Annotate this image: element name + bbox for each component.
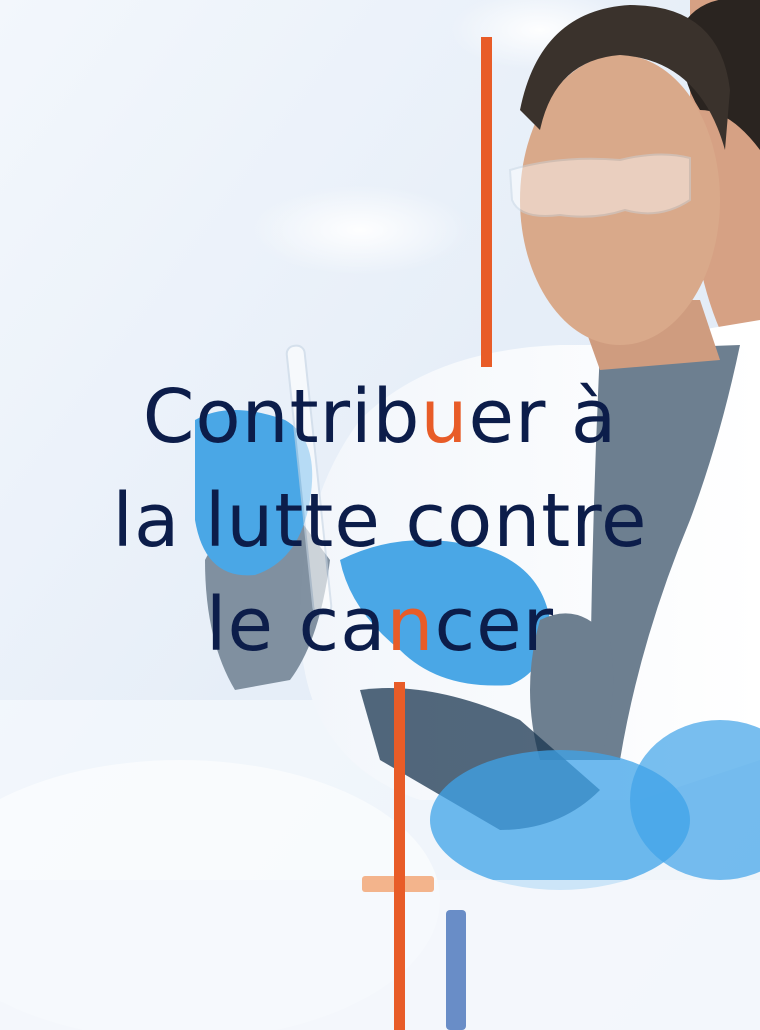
headline-line-1: Contribuer à xyxy=(142,374,618,460)
hero-section: Contribuer à la lutte contre le cancer xyxy=(0,0,760,1030)
accent-line-top xyxy=(481,37,492,367)
headline-line-2: la lutte contre xyxy=(112,478,648,564)
accent-line-bottom xyxy=(394,682,405,1030)
hero-headline: Contribuer à la lutte contre le cancer xyxy=(0,365,760,677)
headline-line-3: le cancer xyxy=(205,582,555,668)
